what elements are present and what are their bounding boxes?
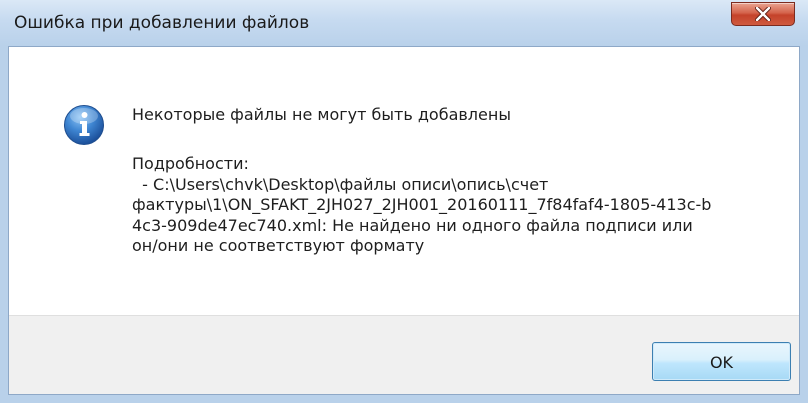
info-icon: [64, 105, 104, 145]
dialog-title: Ошибка при добавлении файлов: [14, 13, 310, 33]
button-bar: OK: [9, 315, 799, 394]
ok-button[interactable]: OK: [652, 342, 791, 381]
details-line: 4c3-909de47ec740.xml: Не найдено ни одно…: [132, 215, 693, 235]
details-line: фактуры\1\ON_SFAKT_2JH027_2JH001_2016011…: [132, 195, 712, 214]
message-area: Некоторые файлы не могут быть добавлены …: [9, 47, 799, 315]
details-line: он/они не соответствуют формату: [132, 236, 425, 255]
close-button[interactable]: [731, 2, 795, 26]
dialog-body: Некоторые файлы не могут быть добавлены …: [8, 46, 800, 395]
error-dialog-window: Ошибка при добавлении файлов Некоторые ф…: [0, 0, 808, 403]
details-line: - C:\Users\chvk\Desktop\файлы описи\опис…: [132, 174, 549, 194]
error-message: Некоторые файлы не могут быть добавлены: [132, 105, 511, 124]
title-bar[interactable]: Ошибка при добавлении файлов: [0, 0, 808, 46]
error-details: Подробности: - C:\Users\chvk\Desktop\фай…: [132, 154, 711, 257]
close-icon: [755, 7, 771, 21]
details-label: Подробности:: [132, 154, 249, 173]
